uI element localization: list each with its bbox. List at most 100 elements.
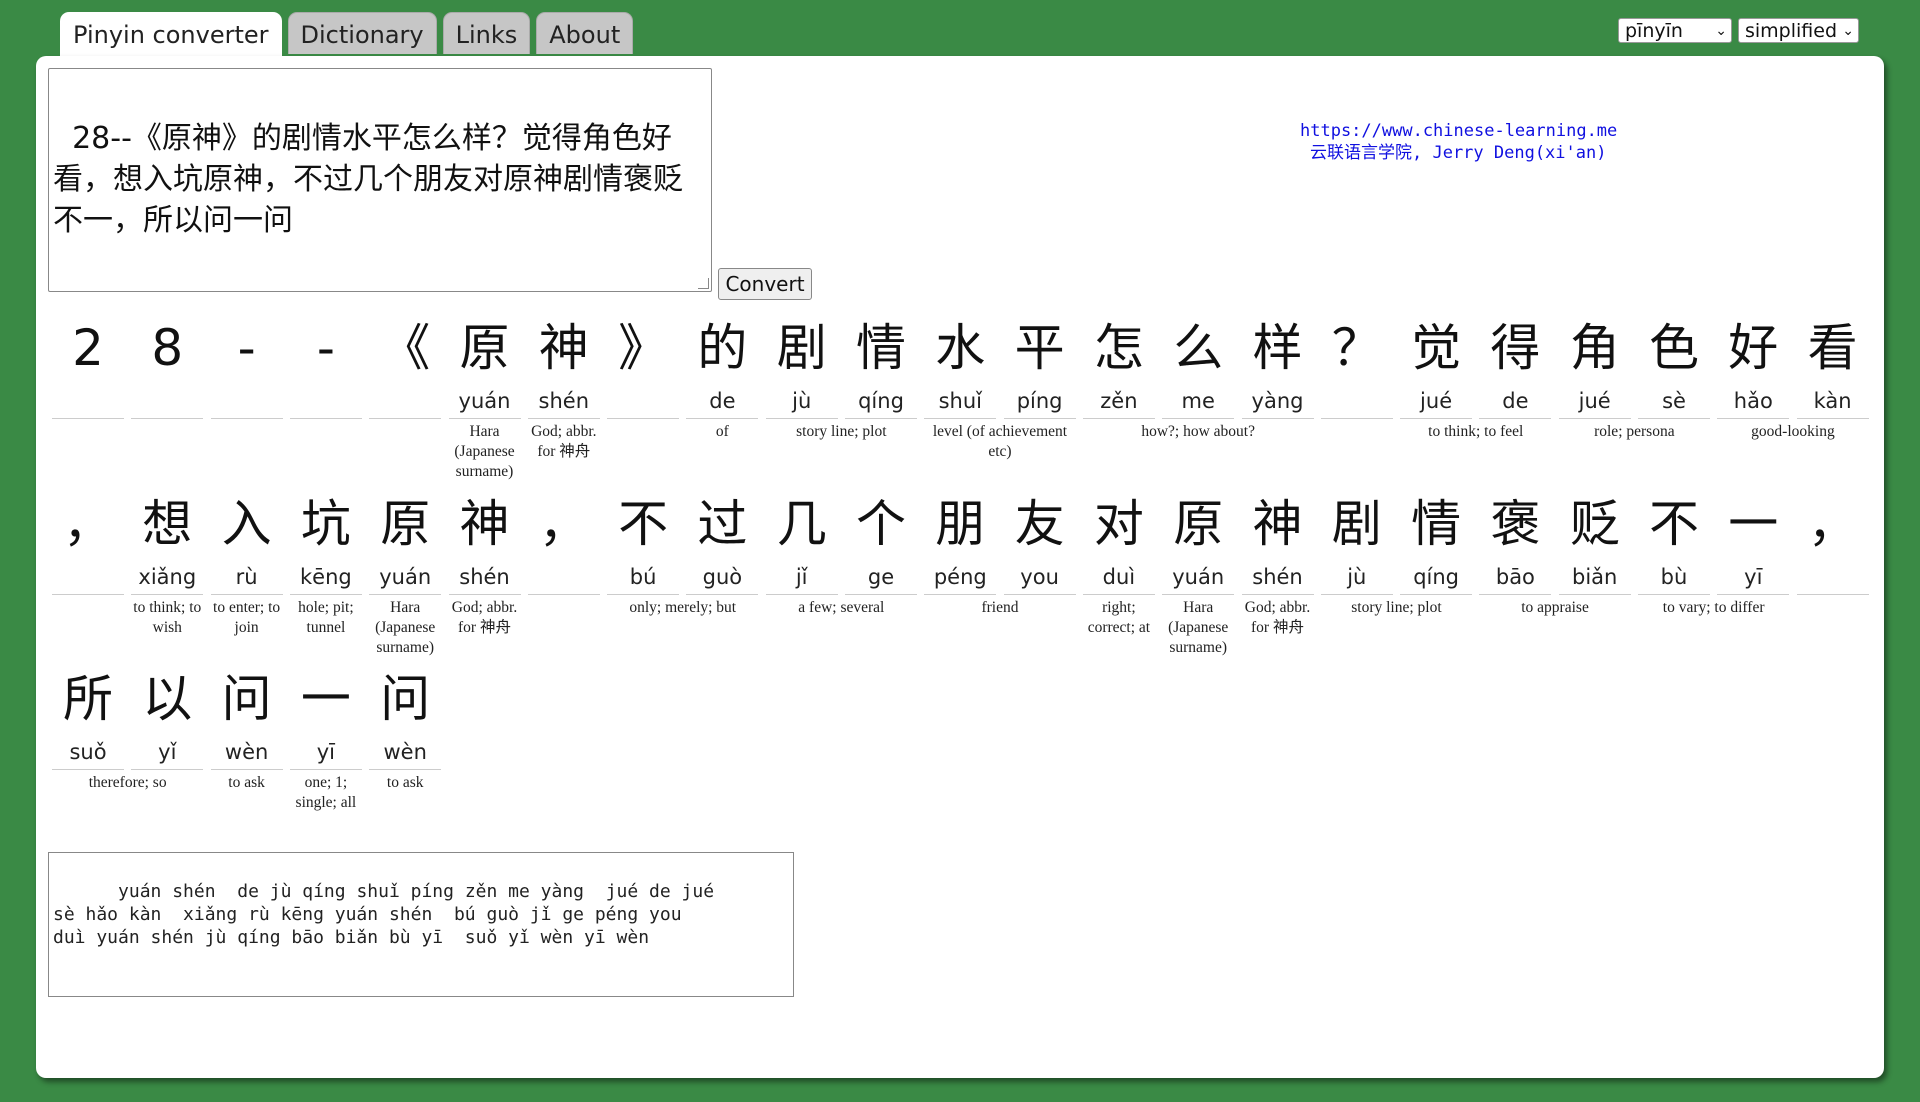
resize-handle-icon[interactable] <box>698 278 709 289</box>
hanzi: 原 <box>1173 495 1224 553</box>
char-cell[interactable]: 几 jǐ <box>765 492 838 595</box>
char-cell[interactable]: 神 shén <box>1241 492 1314 595</box>
char-cell[interactable]: 的 de <box>686 316 759 419</box>
hanzi: ， <box>538 495 589 553</box>
char-cell[interactable]: 看 kàn <box>1796 316 1869 419</box>
gloss-definition: of <box>715 423 729 440</box>
char-cell[interactable]: 入 rù <box>210 492 283 595</box>
cell-divider <box>845 418 917 419</box>
convert-button[interactable]: Convert <box>718 268 812 300</box>
char-cell[interactable]: 贬 biǎn <box>1558 492 1631 595</box>
char-cell[interactable]: 不 bù <box>1638 492 1710 595</box>
char-cell[interactable]: 所 suǒ <box>52 667 124 770</box>
char-cell[interactable]: 神 shén <box>527 316 600 419</box>
hanzi: 入 <box>221 495 272 553</box>
char-cell[interactable]: 样 yàng <box>1241 316 1314 419</box>
char-cell[interactable]: 神 shén <box>448 492 521 595</box>
pinyin: de <box>709 389 736 413</box>
gloss-definition: only; merely; but <box>629 599 737 616</box>
hanzi: 的 <box>697 319 748 377</box>
char-cell[interactable]: 水 shuǐ <box>924 316 997 419</box>
pinyin: biǎn <box>1572 565 1618 589</box>
hanzi: 一 <box>300 670 351 728</box>
char-cell[interactable]: 朋 péng <box>924 492 997 595</box>
pinyin-mode-select[interactable]: pīnyīn ⌄ <box>1618 18 1732 43</box>
char-cell[interactable]: 坑 kēng <box>289 492 362 595</box>
char-cell[interactable]: 觉 jué <box>1400 316 1473 419</box>
cell-divider <box>924 418 997 419</box>
char-cell[interactable]: 怎 zěn <box>1082 316 1155 419</box>
hanzi: 剧 <box>1331 495 1382 553</box>
char-cell[interactable]: 剧 jù <box>765 316 838 419</box>
cell-divider <box>686 418 759 419</box>
char-cell[interactable]: 褒 bāo <box>1479 492 1552 595</box>
pinyin: bāo <box>1495 565 1535 589</box>
char-cell[interactable]: 一 yī <box>1717 492 1790 595</box>
char-cell[interactable]: 》 <box>607 316 680 419</box>
char-cell[interactable]: - <box>289 316 362 419</box>
char-cell[interactable]: 想 xiǎng <box>131 492 204 595</box>
char-cell[interactable]: 情 qíng <box>1400 492 1473 595</box>
tab-links[interactable]: Links <box>442 12 531 54</box>
gloss-definition: to appraise <box>1521 599 1589 616</box>
char-cell[interactable]: 原 yuán <box>448 316 521 419</box>
tab-dictionary[interactable]: Dictionary <box>287 12 437 54</box>
char-cell[interactable]: 原 yuán <box>369 492 442 595</box>
char-cell[interactable]: ？ <box>1320 316 1393 419</box>
char-cell[interactable]: 2 <box>52 316 124 419</box>
char-cell[interactable]: 剧 jù <box>1320 492 1393 595</box>
char-cell[interactable]: 好 hǎo <box>1717 316 1790 419</box>
char-cell[interactable]: - <box>210 316 283 419</box>
char-cell[interactable]: 一 yī <box>289 667 362 770</box>
cell-divider <box>1320 594 1393 595</box>
hanzi: 剧 <box>776 319 827 377</box>
char-cell[interactable]: 情 qíng <box>845 316 917 419</box>
char-cell[interactable]: 问 wèn <box>210 667 283 770</box>
cell-divider <box>1320 418 1393 419</box>
char-cell[interactable]: 对 duì <box>1082 492 1155 595</box>
hanzi: 情 <box>856 319 906 377</box>
char-cell[interactable]: ， <box>1796 492 1869 595</box>
char-cell[interactable]: ， <box>52 492 124 595</box>
script-select[interactable]: simplified ⌄ <box>1738 18 1859 43</box>
char-cell[interactable]: 《 <box>369 316 442 419</box>
char-cell[interactable]: 得 de <box>1479 316 1552 419</box>
tab-pinyin-converter[interactable]: Pinyin converter <box>60 12 282 58</box>
char-cell[interactable]: 平 píng <box>1003 316 1076 419</box>
char-cell[interactable]: 友 you <box>1003 492 1076 595</box>
hanzi: 所 <box>63 670 113 728</box>
char-cell[interactable]: 个 ge <box>845 492 917 595</box>
gloss-definition: right; correct; at <box>1087 599 1151 636</box>
cell-divider <box>1082 418 1155 419</box>
credit-url[interactable]: https://www.chinese-learning.me <box>1262 120 1662 142</box>
pinyin-output-textarea[interactable]: yuán shén de jù qíng shuǐ píng zěn me yà… <box>48 852 794 997</box>
cell-divider <box>1717 594 1790 595</box>
char-cell[interactable]: 角 jué <box>1558 316 1631 419</box>
char-cell[interactable]: 原 yuán <box>1162 492 1235 595</box>
hanzi: ， <box>1807 495 1858 553</box>
hanzi: 友 <box>1014 495 1065 553</box>
char-cell[interactable]: ， <box>527 492 600 595</box>
char-cell[interactable]: 过 guò <box>686 492 759 595</box>
gloss-definition: a few; several <box>798 599 885 616</box>
char-cell[interactable]: 么 me <box>1162 316 1235 419</box>
char-cell[interactable]: 色 sè <box>1638 316 1710 419</box>
hanzi: 角 <box>1569 319 1620 377</box>
pinyin: you <box>1020 565 1059 589</box>
char-cell[interactable]: 问 wèn <box>369 667 442 770</box>
credit-name: 云联语言学院, Jerry Deng(xi'an) <box>1310 143 1607 163</box>
char-cell[interactable]: 8 <box>131 316 204 419</box>
tab-about[interactable]: About <box>536 12 634 54</box>
pinyin: bú <box>629 565 657 589</box>
hanzi: 看 <box>1807 319 1858 377</box>
cell-divider <box>607 594 680 595</box>
cell-divider <box>1241 594 1314 595</box>
pinyin: yǐ <box>158 740 177 764</box>
cell-divider <box>1241 418 1314 419</box>
hanzi: 几 <box>776 495 827 553</box>
char-cell[interactable]: 不 bú <box>607 492 680 595</box>
hanzi: 问 <box>380 670 431 728</box>
char-cell[interactable]: 以 yǐ <box>131 667 204 770</box>
chinese-input-textarea[interactable]: 28--《原神》的剧情水平怎么样？觉得角色好看，想入坑原神，不过几个朋友对原神剧… <box>48 68 712 292</box>
cell-divider <box>369 769 442 770</box>
